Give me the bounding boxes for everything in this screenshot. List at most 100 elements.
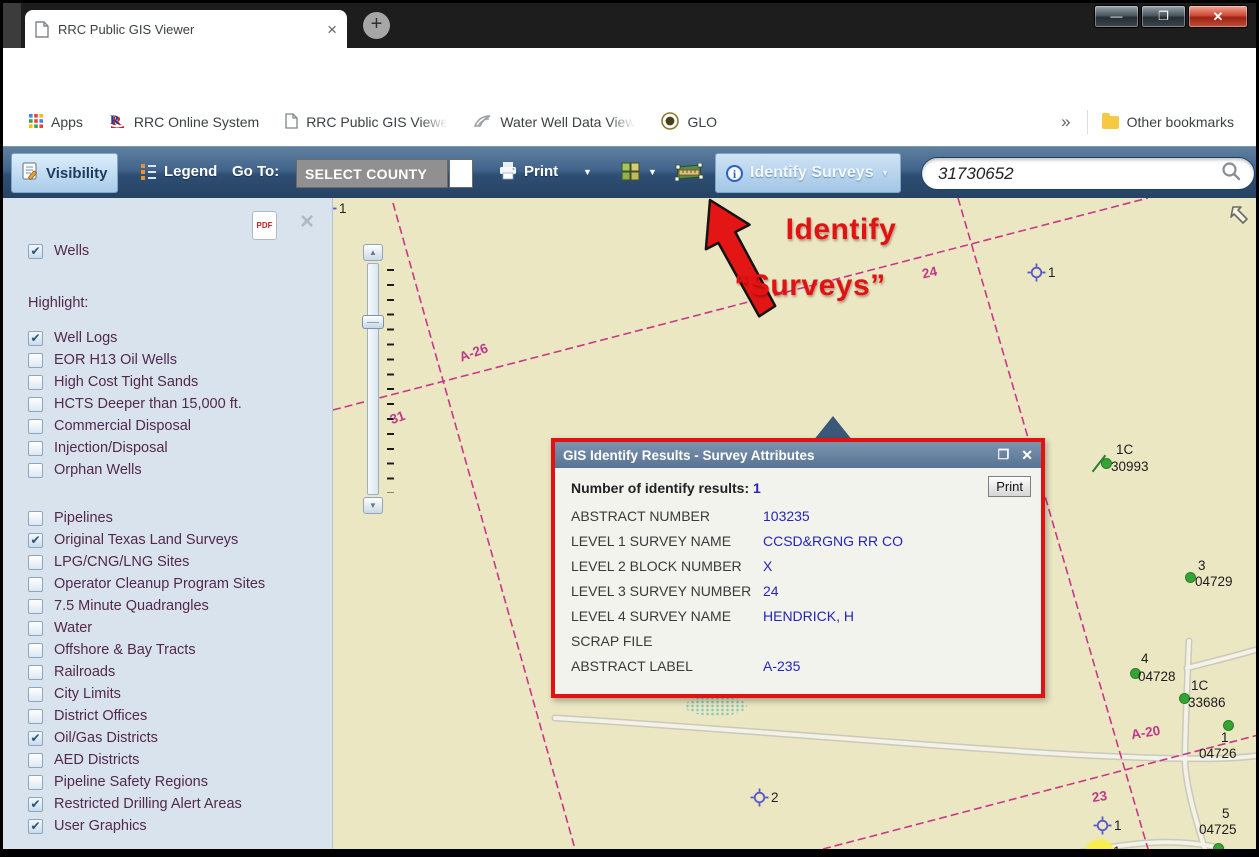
layer-checkbox[interactable] xyxy=(28,375,43,390)
print-icon xyxy=(498,161,518,186)
search-box[interactable] xyxy=(921,157,1255,190)
dialog-print-button[interactable]: Print xyxy=(988,476,1031,497)
pdf-export-icon[interactable]: PDF xyxy=(252,211,277,240)
layer-checkbox[interactable] xyxy=(28,709,43,724)
bookmark-label: Apps xyxy=(51,114,83,130)
layer-checkbox[interactable] xyxy=(28,511,43,526)
dialog-maximize-icon[interactable]: ❐ xyxy=(998,447,1010,463)
layer-label: Offshore & Bay Tracts xyxy=(54,642,196,658)
print-button[interactable]: Print xyxy=(524,163,558,180)
dialog-close-icon[interactable]: ✕ xyxy=(1021,447,1033,464)
layer-checkbox[interactable]: ✔ xyxy=(28,331,43,346)
other-bookmarks-label: Other bookmarks xyxy=(1127,114,1234,130)
layer-row: LPG/CNG/LNG Sites xyxy=(28,551,265,573)
layer-checkbox[interactable] xyxy=(28,419,43,434)
layer-label: Pipeline Safety Regions xyxy=(54,774,208,790)
zoom-slider-ticks xyxy=(387,269,394,493)
county-select-box[interactable] xyxy=(449,159,473,188)
layer-checkbox[interactable] xyxy=(28,353,43,368)
browser-window: RRC Public GIS Viewer × + — ❐ ✕ ← → ⟳ ! … xyxy=(0,0,1259,857)
tab-close-icon[interactable]: × xyxy=(327,21,337,38)
layer-checkbox[interactable]: ✔ xyxy=(28,533,43,548)
layer-label: Water xyxy=(54,620,92,636)
layer-checkbox[interactable] xyxy=(28,643,43,658)
layer-row: 7.5 Minute Quadrangles xyxy=(28,595,265,617)
well-api-label: 04728 xyxy=(1138,669,1176,684)
search-icon[interactable] xyxy=(1220,160,1242,187)
layer-checkbox[interactable] xyxy=(28,441,43,456)
well-symbol[interactable]: 2 xyxy=(750,788,769,812)
layer-checkbox[interactable] xyxy=(28,577,43,592)
vegetation-speckles xyxy=(685,696,747,716)
bookmark-label: RRC Online System xyxy=(134,114,259,130)
attribute-label: ABSTRACT LABEL xyxy=(571,658,763,674)
layer-checkbox[interactable] xyxy=(28,687,43,702)
bookmarks-overflow-icon[interactable]: » xyxy=(1061,112,1070,132)
identify-surveys-button[interactable]: i Identify Surveys ▼ xyxy=(715,153,901,193)
layer-label: Restricted Drilling Alert Areas xyxy=(54,796,242,812)
window-minimize-button[interactable]: — xyxy=(1094,5,1139,28)
layer-row: High Cost Tight Sands xyxy=(28,371,265,393)
bookmark-water-well[interactable]: Water Well Data View xyxy=(474,114,635,131)
layer-checkbox[interactable] xyxy=(28,665,43,680)
layer-checkbox[interactable] xyxy=(28,397,43,412)
bookmark-glo[interactable]: GLO xyxy=(661,112,717,133)
survey-label: 23 xyxy=(1091,788,1108,805)
well-symbol[interactable]: 1 xyxy=(1093,816,1112,840)
layer-checkbox[interactable] xyxy=(28,621,43,636)
map-corner-arrow-icon[interactable] xyxy=(1230,204,1252,231)
attribute-label: LEVEL 1 SURVEY NAME xyxy=(571,533,763,549)
browser-tab[interactable]: RRC Public GIS Viewer × xyxy=(25,10,347,48)
layer-row: City Limits xyxy=(28,683,265,705)
window-close-button[interactable]: ✕ xyxy=(1188,5,1248,28)
attribute-row: SCRAP FILE xyxy=(571,628,1029,653)
other-bookmarks-button[interactable]: Other bookmarks xyxy=(1102,114,1234,130)
layer-label: EOR H13 Oil Wells xyxy=(54,352,177,368)
zoom-slider-track[interactable] xyxy=(367,263,379,495)
layer-label: Oil/Gas Districts xyxy=(54,730,158,746)
dialog-titlebar[interactable]: GIS Identify Results - Survey Attributes… xyxy=(555,442,1041,468)
layer-checkbox[interactable] xyxy=(28,753,43,768)
legend-button[interactable]: Legend xyxy=(164,163,217,180)
zoom-slider-handle[interactable] xyxy=(362,315,384,329)
window-restore-button[interactable]: ❐ xyxy=(1141,5,1186,28)
survey-label: 24 xyxy=(921,264,939,282)
bookmark-rrc-gis-viewer[interactable]: RRC Public GIS Viewe xyxy=(285,113,448,132)
layer-checkbox[interactable]: ✔ xyxy=(28,731,43,746)
layer-label: Injection/Disposal xyxy=(54,440,168,456)
identify-dropdown-icon: ▼ xyxy=(881,168,890,178)
layer-checkbox[interactable] xyxy=(28,775,43,790)
county-select[interactable]: SELECT COUNTY xyxy=(296,159,448,188)
bookmarks-divider xyxy=(1087,110,1088,134)
bookmark-rrc-online[interactable]: RR RRC Online System xyxy=(109,113,259,132)
basemap-dropdown-icon[interactable]: ▼ xyxy=(648,167,657,177)
layer-label: Commercial Disposal xyxy=(54,418,191,434)
measure-tool-icon[interactable] xyxy=(675,163,703,186)
zoom-out-button[interactable]: ▼ xyxy=(363,497,383,514)
info-icon: i xyxy=(726,165,743,182)
bookmark-apps[interactable]: Apps xyxy=(29,114,83,131)
layer-label: Railroads xyxy=(54,664,115,680)
print-dropdown-icon[interactable]: ▼ xyxy=(583,167,592,177)
layer-row: Water xyxy=(28,617,265,639)
well-api-label: 30993 xyxy=(1111,459,1149,474)
layer-checkbox[interactable]: ✔ xyxy=(28,797,43,812)
panel-close-icon[interactable]: × xyxy=(300,210,314,234)
layer-checkbox[interactable] xyxy=(28,599,43,614)
glo-seal-icon xyxy=(661,112,679,133)
apps-grid-icon xyxy=(29,114,43,131)
well-api-label: 04726 xyxy=(1199,746,1237,761)
zoom-in-button[interactable]: ▲ xyxy=(363,244,383,261)
rrc-logo-icon: RR xyxy=(109,113,126,132)
layer-checkbox[interactable] xyxy=(28,463,43,478)
basemap-gallery-icon[interactable] xyxy=(621,162,640,186)
new-tab-button[interactable]: + xyxy=(363,12,390,39)
layer-checkbox[interactable] xyxy=(28,555,43,570)
well-symbol[interactable]: 1 xyxy=(333,199,337,223)
visibility-button[interactable]: Visibility xyxy=(11,153,118,193)
layer-checkbox[interactable]: ✔ xyxy=(28,244,43,259)
well-symbol[interactable]: 1 xyxy=(1027,263,1046,287)
search-input[interactable] xyxy=(938,164,1208,184)
layer-checkbox[interactable]: ✔ xyxy=(28,819,43,834)
new-tab-plus: + xyxy=(371,13,383,35)
